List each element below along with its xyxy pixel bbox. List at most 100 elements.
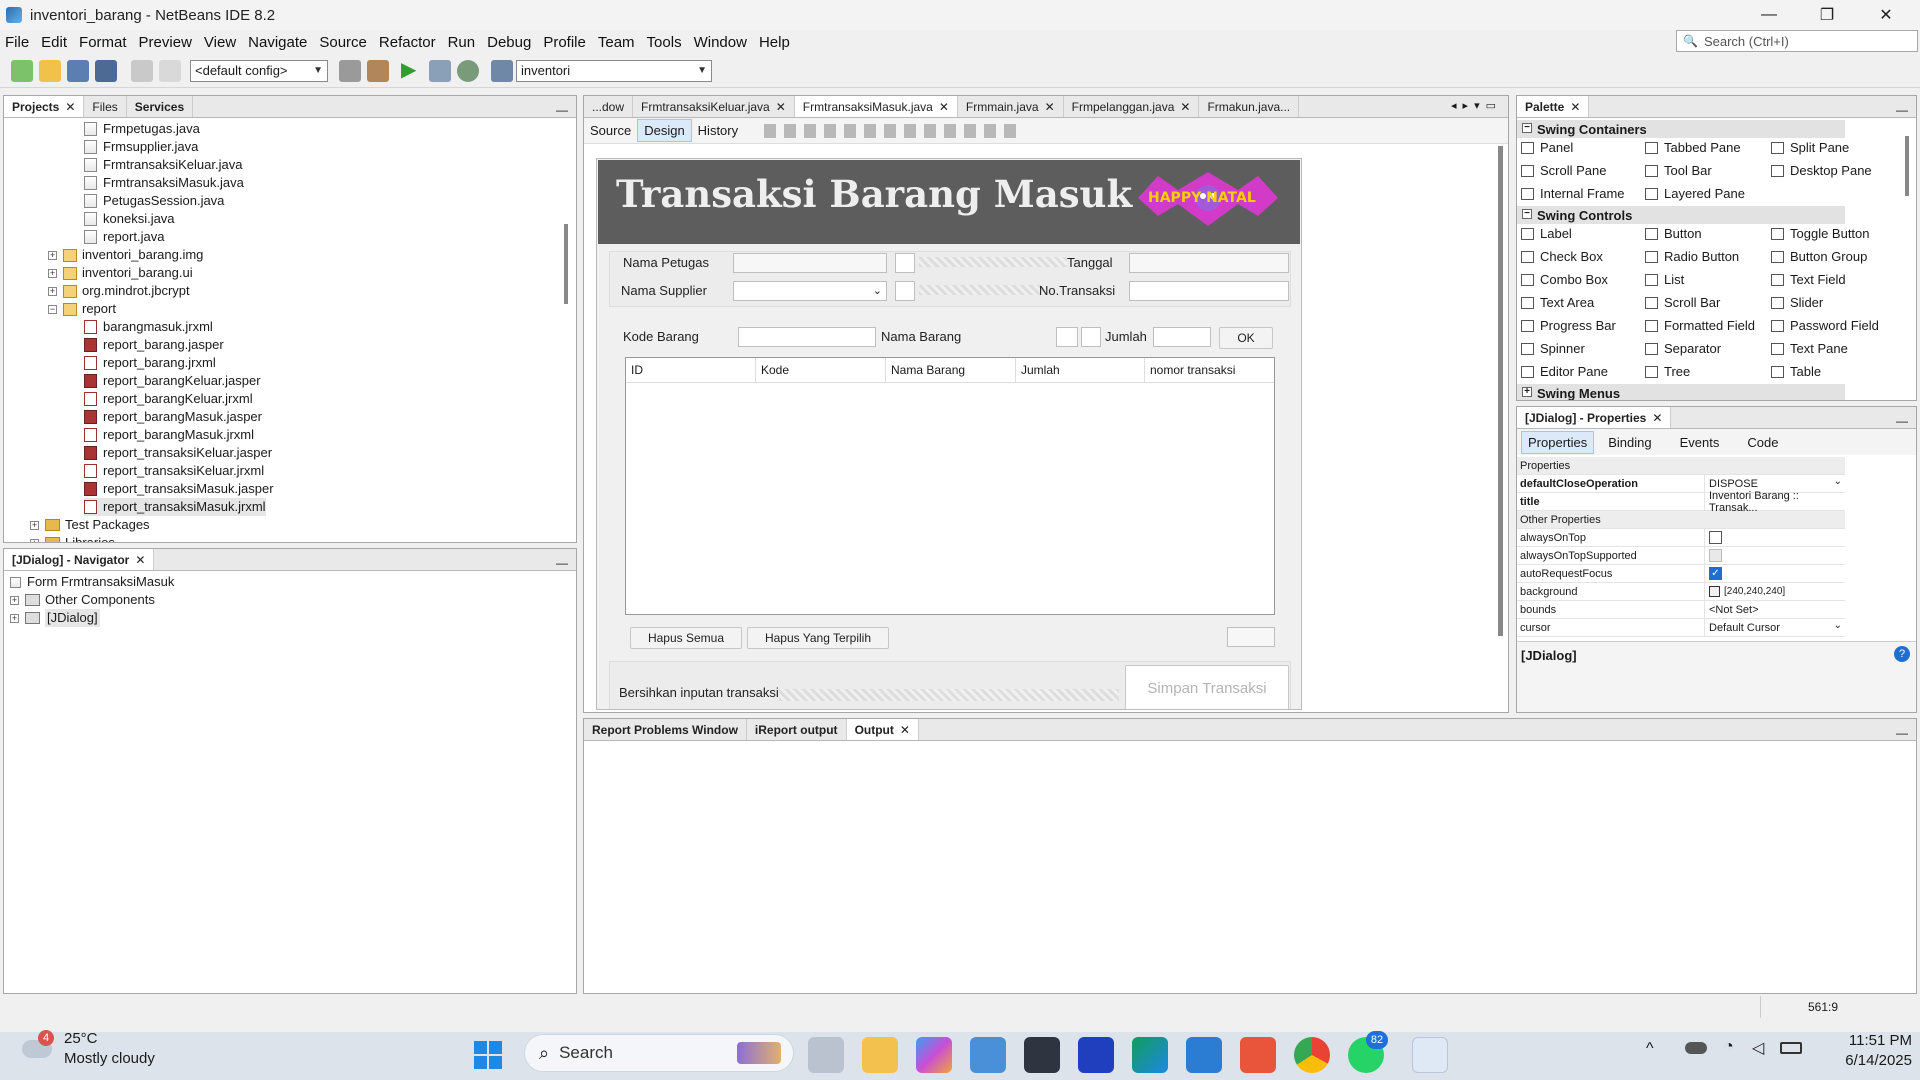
palette-item-slider[interactable]: Slider — [1771, 295, 1823, 310]
menu-tools[interactable]: Tools — [642, 34, 689, 51]
tab-properties[interactable]: Properties — [1521, 430, 1595, 454]
palette-item-label[interactable]: Label — [1521, 226, 1572, 241]
palette-item-layered-pane[interactable]: Layered Pane — [1645, 186, 1745, 201]
tree-item[interactable]: report_barang.jasper — [84, 336, 224, 354]
save-all-icon[interactable] — [95, 59, 117, 82]
palette-item-editor-pane[interactable]: Editor Pane — [1521, 364, 1608, 379]
minimize-panel-icon[interactable]: — — [556, 103, 568, 117]
col-kode[interactable]: Kode — [756, 358, 886, 382]
palette-item-check-box[interactable]: Check Box — [1521, 249, 1603, 264]
menu-window[interactable]: Window — [689, 34, 754, 51]
close-icon[interactable]: ✕ — [1045, 100, 1055, 114]
palette-item-toggle-button[interactable]: Toggle Button — [1771, 226, 1870, 241]
debug-icon[interactable] — [429, 59, 451, 82]
vscode-icon[interactable] — [1186, 1037, 1222, 1073]
palette-item-internal-frame[interactable]: Internal Frame — [1521, 186, 1625, 201]
col-nama-barang[interactable]: Nama Barang — [886, 358, 1016, 382]
palette-item-progress-bar[interactable]: Progress Bar — [1521, 318, 1616, 333]
mode-history[interactable]: History — [692, 120, 744, 141]
close-icon[interactable]: ✕ — [1652, 411, 1662, 425]
expand-icon[interactable]: + — [10, 595, 19, 605]
tree-item[interactable]: + Test Packages — [30, 516, 150, 534]
tree-item[interactable]: + org.mindrot.jbcrypt — [48, 282, 190, 300]
minimize-panel-icon[interactable]: — — [1896, 414, 1908, 428]
run-icon[interactable]: ▶ — [401, 60, 423, 82]
property-row[interactable]: background [240,240,240] — [1517, 583, 1845, 601]
menu-run[interactable]: Run — [443, 34, 483, 51]
palette-item-list[interactable]: List — [1645, 272, 1684, 287]
palette-scrollbar[interactable] — [1905, 136, 1909, 196]
palette-item-spinner[interactable]: Spinner — [1521, 341, 1585, 356]
palette-item-text-field[interactable]: Text Field — [1771, 272, 1846, 287]
editor-tab-akun[interactable]: Frmakun.java... — [1199, 96, 1300, 117]
clock-time[interactable]: 11:51 PM — [1832, 1032, 1912, 1049]
file-explorer-icon[interactable] — [862, 1037, 898, 1073]
palette-category-controls[interactable]: − Swing Controls — [1517, 206, 1845, 224]
windows-start-icon[interactable] — [470, 1037, 506, 1073]
jumlah-field[interactable] — [1153, 327, 1211, 347]
project-select[interactable]: inventori ▼ — [516, 59, 712, 82]
menu-team[interactable]: Team — [593, 34, 642, 51]
tab-services[interactable]: Services — [127, 96, 194, 117]
expand-icon[interactable]: + — [48, 250, 57, 260]
tree-item[interactable]: report.java — [84, 228, 164, 246]
palette-item-panel[interactable]: Panel — [1521, 140, 1573, 155]
profile-icon[interactable] — [457, 59, 479, 82]
col-jumlah[interactable]: Jumlah — [1016, 358, 1145, 382]
palette-item-radio-button[interactable]: Radio Button — [1645, 249, 1739, 264]
volume-icon[interactable]: ◁ — [1752, 1038, 1764, 1058]
nav-item-jdialog[interactable]: + [JDialog] — [10, 609, 100, 627]
hapus-terpilih-button[interactable]: Hapus Yang Terpilih — [747, 627, 889, 649]
wifi-icon[interactable]: ◔ — [1724, 1038, 1734, 1056]
tree-item[interactable]: Frmpetugas.java — [84, 120, 200, 138]
expand-icon[interactable]: + — [30, 520, 39, 530]
tab-properties-window[interactable]: [JDialog] - Properties ✕ — [1517, 407, 1672, 428]
transaction-table[interactable]: ID Kode Nama Barang Jumlah nomor transak… — [625, 357, 1275, 615]
menu-help[interactable]: Help — [754, 34, 797, 51]
tree-item[interactable]: FrmtransaksiKeluar.java — [84, 156, 242, 174]
minimize-panel-icon[interactable]: — — [556, 556, 568, 570]
palette-item-text-area[interactable]: Text Area — [1521, 295, 1594, 310]
property-section[interactable]: Other Properties — [1517, 511, 1845, 529]
tree-item[interactable]: + inventori_barang.img — [48, 246, 203, 264]
tab-code[interactable]: Code — [1733, 432, 1792, 453]
palette-item-tabbed-pane[interactable]: Tabbed Pane — [1645, 140, 1741, 155]
tab-ireport-output[interactable]: iReport output — [747, 719, 847, 740]
supplier-combo[interactable]: ⌄ — [733, 281, 887, 301]
col-id[interactable]: ID — [626, 358, 756, 382]
minimize-button[interactable]: — — [1740, 0, 1798, 30]
xampp-icon[interactable] — [1240, 1037, 1276, 1073]
tree-item[interactable]: report_barangMasuk.jasper — [84, 408, 262, 426]
weather-widget[interactable]: 4 — [20, 1030, 56, 1066]
close-icon[interactable]: ✕ — [135, 553, 145, 567]
palette-item-split-pane[interactable]: Split Pane — [1771, 140, 1849, 155]
unity-icon[interactable] — [1024, 1037, 1060, 1073]
palette-item-scroll-pane[interactable]: Scroll Pane — [1521, 163, 1606, 178]
tree-item[interactable]: + inventori_barang.ui — [48, 264, 193, 282]
open-project-icon[interactable] — [67, 59, 89, 82]
build-icon[interactable] — [339, 59, 361, 82]
mode-design[interactable]: Design — [637, 119, 692, 142]
menu-preview[interactable]: Preview — [134, 34, 199, 51]
battery-icon[interactable] — [1780, 1042, 1802, 1054]
tree-item[interactable]: FrmtransaksiMasuk.java — [84, 174, 244, 192]
palette-item-desktop-pane[interactable]: Desktop Pane — [1771, 163, 1872, 178]
palette-category-menus[interactable]: + Swing Menus — [1517, 384, 1845, 400]
total-field[interactable] — [1227, 627, 1275, 647]
close-icon[interactable]: ✕ — [900, 723, 910, 737]
undo-icon[interactable] — [131, 59, 153, 82]
tree-item-selected[interactable]: report_transaksiMasuk.jrxml — [84, 498, 266, 516]
designer-tools-icons[interactable] — [764, 123, 1025, 138]
simpan-transaksi-button[interactable]: Simpan Transaksi — [1125, 665, 1289, 709]
property-row[interactable]: alwaysOnTop — [1517, 529, 1845, 547]
tree-item[interactable]: report_transaksiKeluar.jasper — [84, 444, 272, 462]
kode-barang-field[interactable] — [738, 327, 876, 347]
minimize-panel-icon[interactable]: — — [1896, 726, 1908, 740]
menu-navigate[interactable]: Navigate — [243, 34, 314, 51]
tree-item[interactable]: report_transaksiKeluar.jrxml — [84, 462, 264, 480]
deploy-icon[interactable] — [491, 59, 513, 82]
tab-projects[interactable]: Projects ✕ — [4, 96, 85, 117]
scrollbar-thumb[interactable] — [564, 224, 568, 304]
property-row[interactable]: autoRequestFocus ✓ — [1517, 565, 1845, 583]
clean-build-icon[interactable] — [367, 59, 389, 82]
